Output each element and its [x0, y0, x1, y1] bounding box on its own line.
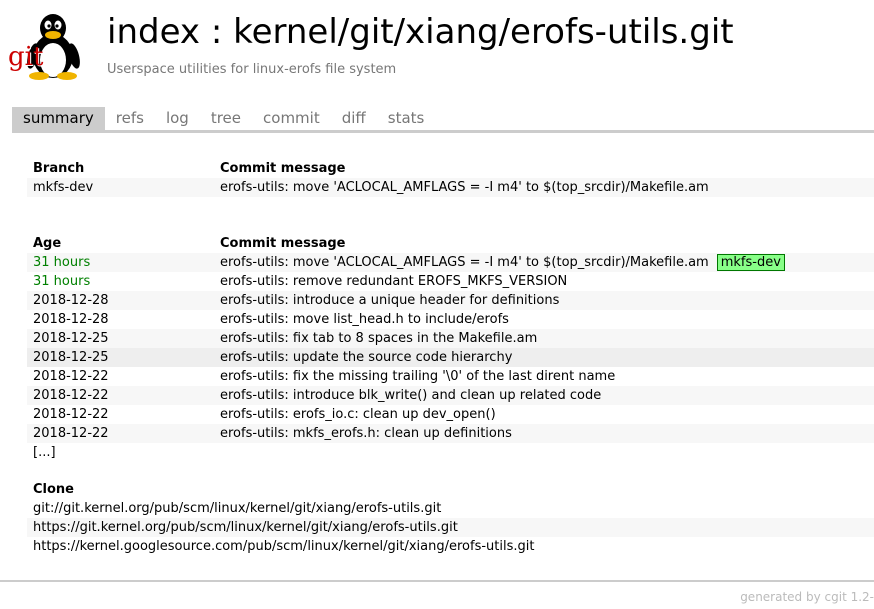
clone-url-link[interactable]: https://kernel.googlesource.com/pub/scm/… [27, 537, 874, 556]
clone-url-link[interactable]: git://git.kernel.org/pub/scm/linux/kerne… [27, 499, 874, 518]
clone-heading: Clone [33, 482, 74, 497]
commit-message-link[interactable]: erofs-utils: fix the missing trailing '\… [214, 367, 874, 386]
commit-age: 2018-12-25 [27, 348, 214, 367]
tab-log[interactable]: log [155, 107, 200, 130]
clone-table: Clone git://git.kernel.org/pub/scm/linux… [27, 479, 874, 556]
commit-age: 2018-12-22 [33, 407, 109, 422]
clone-url-link[interactable]: https://git.kernel.org/pub/scm/linux/ker… [27, 518, 874, 537]
table-row: mkfs-dev erofs-utils: move 'ACLOCAL_AMFL… [27, 178, 874, 197]
commit-age: 2018-12-25 [27, 329, 214, 348]
commit-message-link[interactable]: erofs-utils: erofs_io.c: clean up dev_op… [214, 405, 874, 424]
commit-message-link[interactable]: erofs-utils: move 'ACLOCAL_AMFLAGS = -I … [214, 178, 874, 197]
tab-bar: summary refs log tree commit diff stats [12, 107, 874, 133]
table-row: https://git.kernel.org/pub/scm/linux/ker… [27, 518, 874, 537]
page-title: index : kernel/git/xiang/erofs-utils.git [107, 12, 734, 52]
logo-text: git [8, 42, 44, 72]
repo-description: Userspace utilities for linux-erofs file… [107, 62, 397, 77]
tab-summary[interactable]: summary [12, 107, 105, 130]
column-header-commit-message: Commit message [220, 161, 346, 176]
tab-tree[interactable]: tree [200, 107, 252, 130]
commit-message-link[interactable]: erofs-utils: update the source code hier… [214, 348, 874, 367]
table-row: 2018-12-28 erofs-utils: move list_head.h… [27, 310, 874, 329]
tux-logo-icon[interactable]: git [8, 8, 90, 80]
commit-message-link[interactable]: erofs-utils: fix tab to 8 spaces in the … [214, 329, 874, 348]
commit-message-link[interactable]: erofs-utils: introduce blk_write() and c… [214, 386, 874, 405]
commit-age: 2018-12-22 [27, 386, 214, 405]
tab-commit[interactable]: commit [252, 107, 331, 130]
table-row: 2018-12-22 erofs-utils: mkfs_erofs.h: cl… [27, 424, 874, 443]
commit-age: 2018-12-28 [33, 312, 109, 327]
commit-age: 2018-12-22 [33, 369, 109, 384]
footer-generator-link[interactable]: generated by cgit 1.2- [740, 590, 874, 604]
column-header-branch: Branch [33, 161, 85, 176]
commit-age: 31 hours [33, 274, 91, 289]
table-row: 2018-12-28 erofs-utils: introduce a uniq… [27, 291, 874, 310]
table-header-row: Clone [27, 479, 874, 499]
commit-message-link[interactable]: erofs-utils: remove redundant EROFS_MKFS… [214, 272, 874, 291]
commit-message-link[interactable]: erofs-utils: introduce a unique header f… [214, 291, 874, 310]
table-header-row: Branch Commit message [27, 158, 874, 178]
column-header-commit-message: Commit message [220, 236, 346, 251]
branch-name-link[interactable]: mkfs-dev [27, 178, 214, 197]
table-row: [...] [27, 443, 874, 462]
table-header-row: Age Commit message [27, 233, 874, 253]
tab-refs[interactable]: refs [105, 107, 155, 130]
table-row: 31 hours erofs-utils: move 'ACLOCAL_AMFL… [27, 253, 874, 272]
commit-message-link[interactable]: erofs-utils: move list_head.h to include… [214, 310, 874, 329]
branch-table: Branch Commit message mkfs-dev erofs-uti… [27, 158, 874, 197]
footer-divider [0, 580, 874, 582]
commit-age: 2018-12-28 [27, 291, 214, 310]
cgit-page: git index : kernel/git/xiang/erofs-utils… [0, 0, 874, 609]
table-row: 2018-12-25 erofs-utils: fix tab to 8 spa… [27, 329, 874, 348]
branch-decoration-badge[interactable]: mkfs-dev [716, 254, 785, 271]
commit-message-cell: erofs-utils: move 'ACLOCAL_AMFLAGS = -I … [214, 253, 874, 272]
table-row: 2018-12-22 erofs-utils: erofs_io.c: clea… [27, 405, 874, 424]
table-row: 31 hours erofs-utils: remove redundant E… [27, 272, 874, 291]
more-commits-link[interactable]: [...] [27, 443, 214, 462]
table-row: https://kernel.googlesource.com/pub/scm/… [27, 537, 874, 556]
table-row: git://git.kernel.org/pub/scm/linux/kerne… [27, 499, 874, 518]
table-row: 2018-12-25 erofs-utils: update the sourc… [27, 348, 874, 367]
tab-stats[interactable]: stats [377, 107, 436, 130]
table-row: 2018-12-22 erofs-utils: fix the missing … [27, 367, 874, 386]
commit-message-link[interactable]: erofs-utils: move 'ACLOCAL_AMFLAGS = -I … [220, 255, 709, 270]
column-header-age: Age [33, 236, 62, 251]
table-row: 2018-12-22 erofs-utils: introduce blk_wr… [27, 386, 874, 405]
commit-message-link[interactable]: erofs-utils: mkfs_erofs.h: clean up defi… [214, 424, 874, 443]
commit-age: 31 hours [27, 253, 214, 272]
tab-diff[interactable]: diff [331, 107, 377, 130]
commit-age: 2018-12-22 [27, 424, 214, 443]
commit-log-table: Age Commit message 31 hours erofs-utils:… [27, 233, 874, 462]
